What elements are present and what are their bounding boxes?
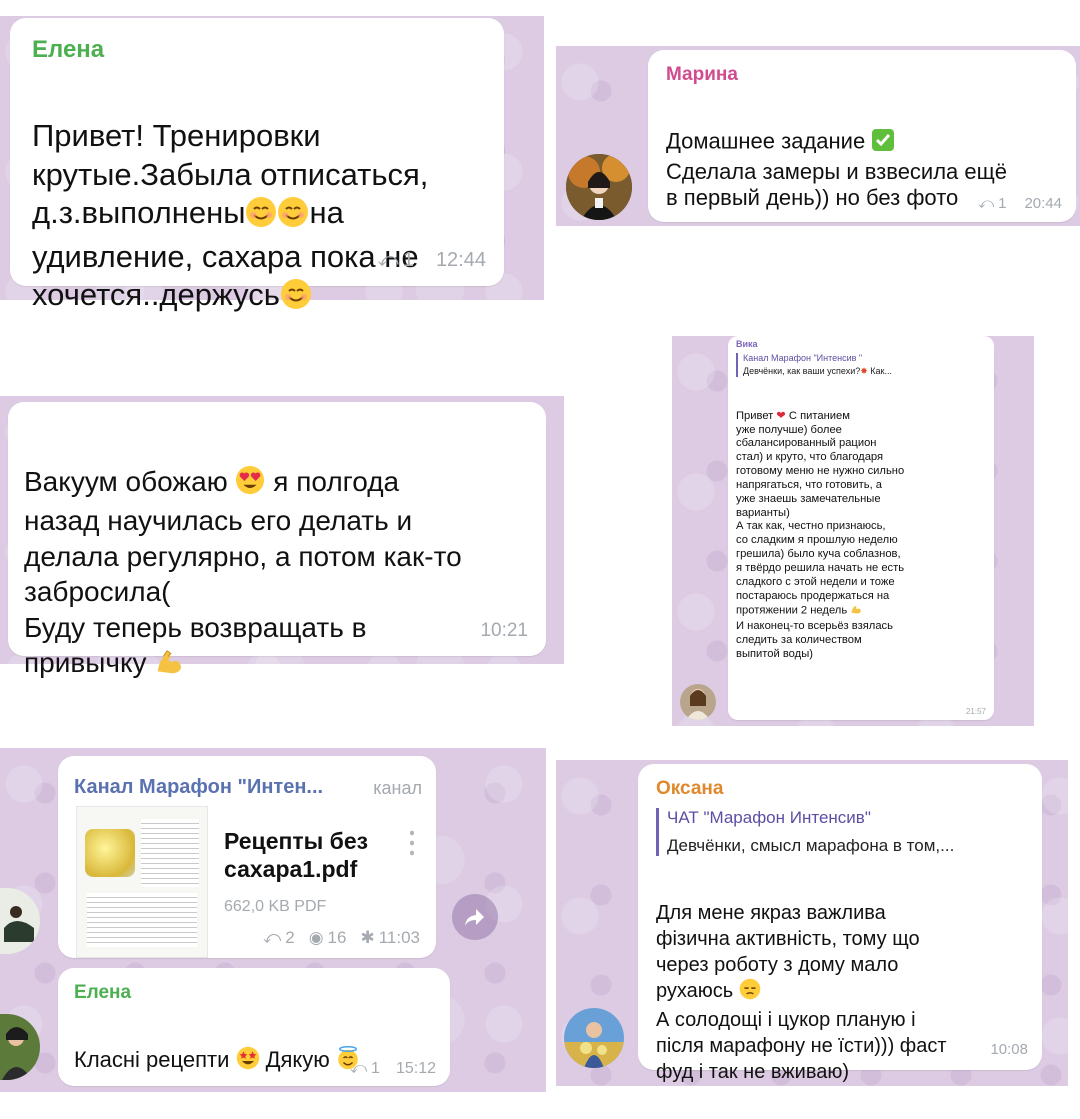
avatar[interactable] [0,1014,40,1080]
flexed-biceps-emoji-icon [154,647,184,686]
reply-count: 1 [371,1060,380,1077]
sender-name[interactable]: Елена [32,36,104,64]
more-options-icon[interactable] [410,828,414,858]
forward-button[interactable] [452,894,498,940]
message-meta: 10:08 [990,1041,1028,1058]
message-meta: 10:21 [480,620,528,642]
message-time: 10:08 [990,1041,1028,1058]
message-meta: ⤺ 1 12:44 [377,249,486,272]
smile-emoji-icon [280,278,312,320]
reply-icon[interactable]: ⤺ [350,1060,367,1078]
reply-count: 1 [402,249,414,271]
file-name[interactable]: Рецепты без сахара1.pdf [224,828,368,883]
smile-emoji-icon [277,196,309,238]
message-meta: 21:57 [966,707,986,716]
screenshot-vika: Вика Канал Марафон "Интенсив " Девчёнки,… [672,336,1034,726]
screenshot-vacuum: Вакуум обожаю я полгода назад научилась … [0,396,564,678]
avatar[interactable] [566,154,632,220]
sender-name[interactable]: Оксана [656,778,723,800]
screenshot-oksana: Оксана ЧАТ "Марафон Интенсив" Девчёнки, … [556,760,1068,1086]
screenshot-marina: Марина Домашнее задание Сделала замеры и… [556,46,1080,226]
sender-name[interactable]: Елена [74,982,131,1004]
sender-name[interactable]: Марина [666,64,738,86]
avatar[interactable] [680,684,716,720]
channel-name[interactable]: Канал Марафон "Интен... [74,776,323,799]
message-meta: ⤺ 1 20:44 [978,195,1062,212]
message-bubble[interactable]: Оксана ЧАТ "Марафон Интенсив" Девчёнки, … [638,764,1042,1081]
message-time: 10:21 [480,620,528,641]
message-bubble[interactable]: Вика Канал Марафон "Интенсив " Девчёнки,… [728,336,994,720]
reply-quote[interactable]: ЧАТ "Марафон Интенсив" Девчёнки, смысл м… [656,808,1039,856]
pin-icon: ✱ [360,928,375,947]
views-eye-icon: ◉ [308,928,324,947]
message-bubble[interactable]: Вакуум обожаю я полгода назад научилась … [8,402,546,678]
red-heart-emoji-icon: ❤ [776,409,786,422]
thumbnail-text-lines [141,819,199,887]
sparkle-emoji-icon: ✸ [860,366,868,376]
channel-file-message[interactable]: Канал Марафон "Интен... канал Рецепты бе… [58,756,436,958]
screenshot-elena: Елена Привет! Тренировки крутые.Забыла о… [0,16,544,312]
check-mark-icon [871,128,895,158]
message-time: 12:44 [435,249,486,271]
quote-title: ЧАТ "Марафон Интенсив" [667,808,871,827]
reply-count: 2 [285,928,295,947]
message-time: 20:44 [1024,195,1062,212]
pdf-thumbnail[interactable] [76,806,208,958]
heart-eyes-emoji-icon [235,465,265,504]
screenshot-channel: Канал Марафон "Интен... канал Рецепты бе… [0,748,546,1092]
smile-emoji-icon [245,196,277,238]
quote-text: Девчёнки, как ваши успехи?✸ Как... [743,366,892,376]
flexed-biceps-emoji-icon [850,603,862,620]
thumbnail-text-block [87,893,197,947]
views-count: 16 [327,928,347,947]
message-text: Привет ❤ С питанием уже получше) более с… [736,409,905,660]
reply-icon[interactable]: ⤺ [978,195,994,212]
message-bubble[interactable]: Елена Класні рецепти Дякую ⤺ 1 15:12 [58,968,450,1086]
star-struck-emoji-icon [236,1046,260,1077]
pensive-face-emoji-icon [739,978,761,1007]
message-text: Привет! Тренировки крутые.Забыла отписат… [32,78,502,320]
message-bubble[interactable]: Марина Домашнее задание Сделала замеры и… [648,50,1076,222]
reply-quote[interactable]: Канал Марафон "Интенсив " Девчёнки, как … [736,353,987,377]
file-size: 662,0 KB PDF [224,898,327,915]
reply-count: 1 [998,195,1007,212]
reply-icon[interactable]: ⤺ [263,928,281,948]
message-text: Вакуум обожаю я полгода назад научилась … [24,428,544,685]
quote-text: Девчёнки, смысл марафона в том,... [667,836,955,855]
avatar[interactable] [564,1008,624,1068]
quote-title: Канал Марафон "Интенсив " [743,353,863,363]
message-time: 15:12 [395,1060,436,1077]
sender-name[interactable]: Вика [736,339,758,349]
thumbnail-lemon-image [85,829,135,877]
channel-badge: канал [373,778,422,798]
message-time: 21:57 [965,707,986,716]
message-time: 11:03 [378,928,420,947]
avatar[interactable] [0,888,40,954]
reply-icon[interactable]: ⤺ [377,249,398,272]
message-bubble[interactable]: Елена Привет! Тренировки крутые.Забыла о… [10,18,504,312]
message-meta: ⤺ 2 ◉ 16 ✱ 11:03 [263,928,420,948]
message-text: Для мене якраз важлива фізична активніст… [656,902,947,1083]
message-meta: ⤺ 1 15:12 [350,1060,436,1078]
